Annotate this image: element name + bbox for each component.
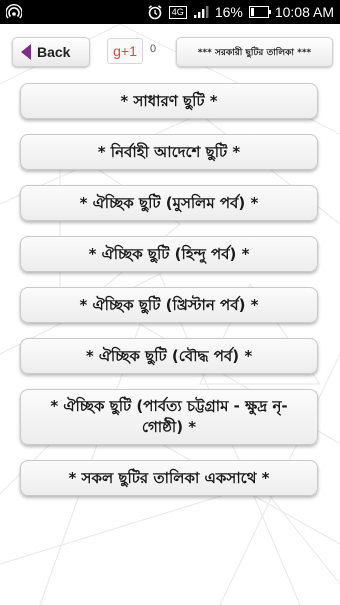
network-type-badge: 4G: [168, 5, 187, 19]
menu-item-optional-hindu[interactable]: * ঐচ্ছিক ছুটি (হিন্দু পর্ব) *: [20, 236, 318, 272]
menu-item-optional-christian[interactable]: * ঐচ্ছিক ছুটি (খ্রিস্টান পর্ব) *: [20, 287, 318, 323]
alarm-icon: [148, 5, 162, 20]
menu-item-all-holidays[interactable]: * সকল ছুটির তালিকা একসাথে *: [20, 460, 318, 496]
google-plus-count: 0: [150, 43, 157, 55]
menu-item-optional-muslim[interactable]: * ঐচ্ছিক ছুটি (মুসলিম পর্ব) *: [20, 185, 318, 221]
menu-item-optional-chittagong-hill-tracts[interactable]: * ঐচ্ছিক ছুটি (পার্বত্য চট্টগ্রাম - ক্ষু…: [20, 389, 318, 445]
clock: 10:08 AM: [274, 4, 334, 20]
back-arrow-icon: [21, 44, 31, 60]
hotspot-icon: [6, 4, 22, 19]
status-bar: 4G 16% 10:08 AM: [0, 0, 340, 24]
menu-item-optional-buddhist[interactable]: * ঐচ্ছিক ছুটি (বৌদ্ধ পর্ব) *: [20, 338, 318, 374]
menu-item-executive-order-holiday[interactable]: * নির্বাহী আদেশে ছুটি *: [20, 134, 318, 170]
google-plus-one-button[interactable]: g+1: [107, 38, 143, 64]
signal-icon: [193, 6, 209, 18]
back-button-label: Back: [37, 44, 71, 60]
government-holiday-list-button[interactable]: *** সরকারী ছুটির তালিকা ***: [176, 37, 333, 67]
back-button[interactable]: Back: [12, 37, 90, 67]
battery-icon: [248, 6, 271, 18]
toolbar: Back g+1 0 *** সরকারী ছুটির তালিকা ***: [0, 24, 340, 80]
menu-item-general-holiday[interactable]: * সাধারণ ছুটি *: [20, 83, 318, 119]
battery-percent: 16%: [214, 4, 243, 20]
